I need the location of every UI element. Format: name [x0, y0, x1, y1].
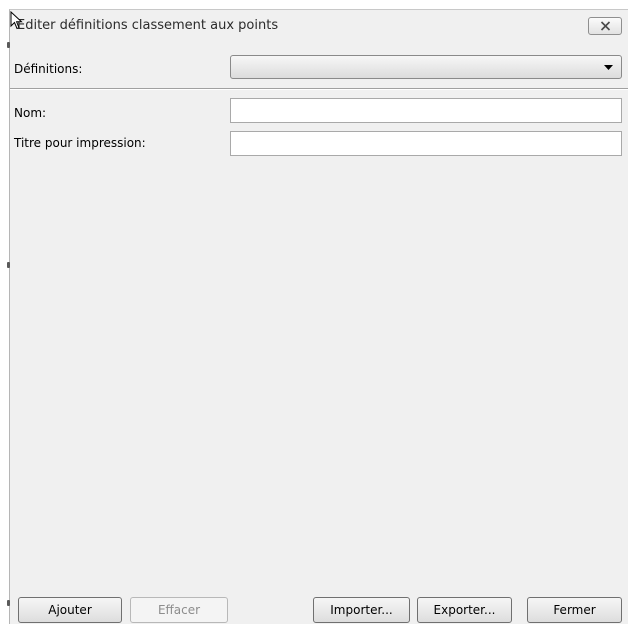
title-bar[interactable]: Editer définitions classement aux points — [10, 10, 628, 42]
section-divider — [10, 88, 628, 90]
nom-input[interactable] — [230, 98, 622, 123]
exporter-button[interactable]: Exporter... — [417, 597, 512, 623]
window-edge-mark — [7, 600, 10, 606]
window-edge-mark — [7, 42, 10, 48]
titre-impression-input[interactable] — [230, 131, 622, 156]
definitions-select[interactable] — [230, 55, 622, 79]
fermer-button[interactable]: Fermer — [527, 597, 622, 623]
importer-button[interactable]: Importer... — [313, 597, 410, 623]
titre-impression-label: Titre pour impression: — [14, 136, 146, 150]
ajouter-button[interactable]: Ajouter — [18, 597, 122, 623]
close-icon — [600, 21, 611, 31]
window-edge-mark — [7, 262, 10, 268]
definitions-label: Définitions: — [14, 62, 83, 76]
nom-label: Nom: — [14, 106, 47, 120]
window-title: Editer définitions classement aux points — [17, 18, 279, 33]
dialog-window: Editer définitions classement aux points… — [9, 9, 628, 624]
effacer-button: Effacer — [130, 597, 228, 623]
chevron-down-icon — [604, 65, 613, 70]
mouse-pointer-icon — [10, 11, 23, 30]
close-button[interactable] — [588, 17, 622, 35]
